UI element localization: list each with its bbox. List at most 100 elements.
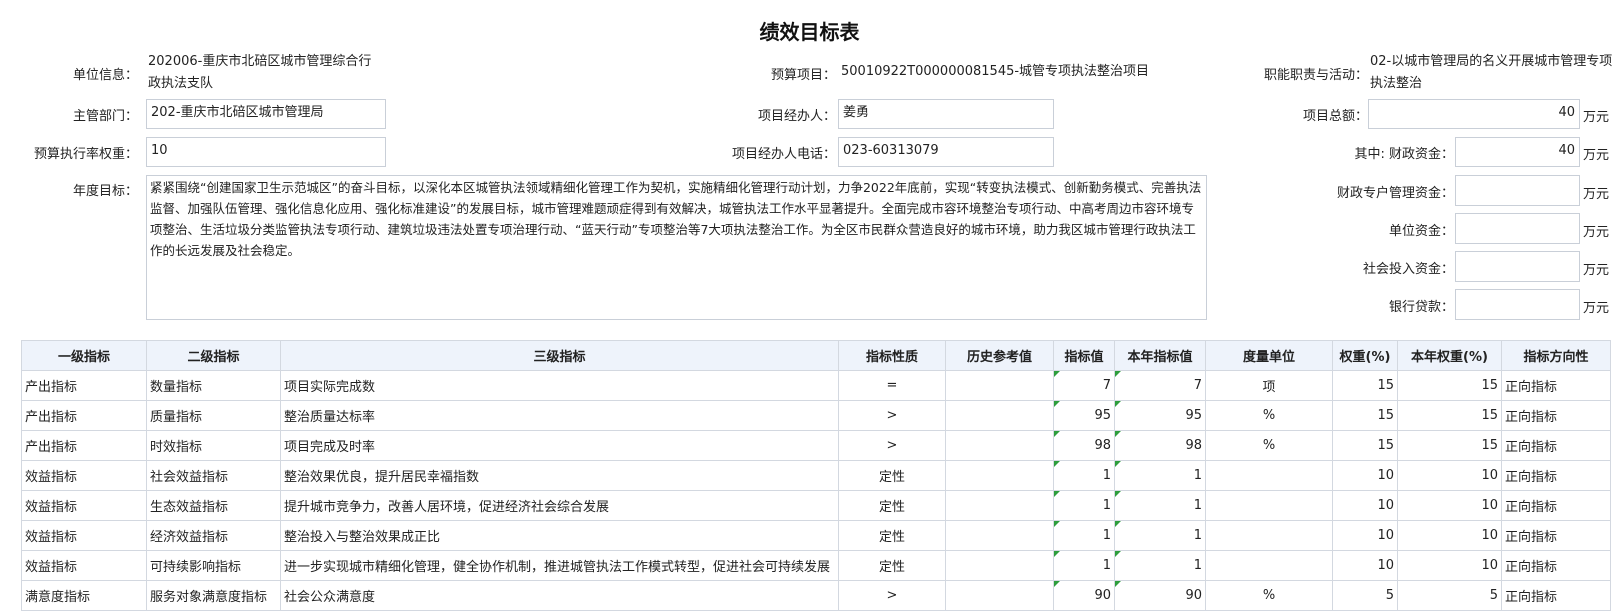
target-value-cell[interactable]: 7 bbox=[1053, 370, 1115, 401]
year-weight-cell: 10 bbox=[1397, 460, 1502, 491]
history-cell bbox=[945, 400, 1054, 431]
year-weight-cell: 5 bbox=[1397, 580, 1502, 611]
level2-cell: 经济效益指标 bbox=[146, 520, 281, 551]
nature-cell: 定性 bbox=[838, 550, 946, 581]
unit-info-value: 202006-重庆市北碚区城市管理综合行政执法支队 bbox=[148, 54, 372, 91]
level1-cell: 产出指标 bbox=[21, 400, 147, 431]
duty-value: 02-以城市管理局的名义开展城市管理专项执法整治 bbox=[1370, 54, 1613, 91]
target-value-cell[interactable]: 1 bbox=[1053, 520, 1115, 551]
col-header: 本年指标值 bbox=[1114, 340, 1206, 371]
weight-cell: 10 bbox=[1332, 550, 1398, 581]
history-cell bbox=[945, 490, 1054, 521]
nature-cell: 定性 bbox=[838, 460, 946, 491]
table-row: 产出指标 质量指标 整治质量达标率 >95 95% 15 15 正向指标 bbox=[21, 400, 1611, 431]
duty-label: 职能职责与活动： bbox=[1263, 68, 1368, 83]
direction-cell: 正向指标 bbox=[1501, 580, 1611, 611]
unit-cell: 项 bbox=[1205, 370, 1333, 401]
level1-cell: 满意度指标 bbox=[21, 580, 147, 611]
target-value-cell[interactable]: 1 bbox=[1053, 460, 1115, 491]
dept-field[interactable]: 202-重庆市北碚区城市管理局 bbox=[146, 99, 386, 129]
year-value-cell[interactable]: 98 bbox=[1114, 430, 1206, 461]
bank-loan-field[interactable] bbox=[1455, 289, 1580, 320]
col-header: 指标方向性 bbox=[1501, 340, 1611, 371]
level1-cell: 效益指标 bbox=[21, 490, 147, 521]
unit-cell bbox=[1205, 520, 1333, 551]
year-value-cell[interactable]: 1 bbox=[1114, 490, 1206, 521]
dept-label: 主管部门： bbox=[72, 109, 138, 124]
year-weight-cell: 15 bbox=[1397, 370, 1502, 401]
year-value-cell[interactable]: 1 bbox=[1114, 520, 1206, 551]
nature-cell: 定性 bbox=[838, 490, 946, 521]
year-value-cell[interactable]: 1 bbox=[1114, 550, 1206, 581]
level3-cell: 进一步实现城市精细化管理，健全协作机制，推进城管执法工作模式转型，促进社会可持续… bbox=[280, 550, 839, 581]
level3-cell: 整治效果优良，提升居民幸福指数 bbox=[280, 460, 839, 491]
direction-cell: 正向指标 bbox=[1501, 490, 1611, 521]
level2-cell: 时效指标 bbox=[146, 430, 281, 461]
history-cell bbox=[945, 520, 1054, 551]
total-label: 项目总额： bbox=[1302, 109, 1368, 124]
col-header: 指标值 bbox=[1053, 340, 1115, 371]
table-row: 产出指标 数量指标 项目实际完成数 = 7 7 项 15 15 正向指标 bbox=[21, 370, 1611, 401]
col-header: 度量单位 bbox=[1205, 340, 1333, 371]
level3-cell: 整治质量达标率 bbox=[280, 400, 839, 431]
level1-cell: 产出指标 bbox=[21, 430, 147, 461]
target-value-cell[interactable]: 98 bbox=[1053, 430, 1115, 461]
target-value-cell[interactable]: 1 bbox=[1053, 490, 1115, 521]
unit-fund-field[interactable] bbox=[1455, 213, 1580, 244]
target-value-cell[interactable]: 95 bbox=[1053, 400, 1115, 431]
weight-cell: 15 bbox=[1332, 400, 1398, 431]
unit-fund-unit: 万元 bbox=[1583, 225, 1610, 240]
table-row: 产出指标 时效指标 项目完成及时率 >98 98% 15 15 正向指标 bbox=[21, 430, 1611, 461]
unit-cell: % bbox=[1205, 580, 1333, 611]
year-weight-cell: 10 bbox=[1397, 520, 1502, 551]
history-cell bbox=[945, 550, 1054, 581]
social-fund-label: 社会投入资金： bbox=[1362, 262, 1454, 277]
level3-cell: 提升城市竞争力，改善人居环境，促进经济社会综合发展 bbox=[280, 490, 839, 521]
manager-field[interactable]: 姜勇 bbox=[838, 99, 1054, 129]
special-fund-field[interactable] bbox=[1455, 175, 1580, 206]
col-header: 二级指标 bbox=[146, 340, 281, 371]
social-fund-field[interactable] bbox=[1455, 251, 1580, 282]
weight-label: 预算执行率权重： bbox=[33, 147, 138, 162]
col-header: 一级指标 bbox=[21, 340, 147, 371]
total-field[interactable]: 40 bbox=[1368, 99, 1580, 129]
level2-cell: 生态效益指标 bbox=[146, 490, 281, 521]
fiscal-unit: 万元 bbox=[1583, 148, 1610, 163]
bank-loan-unit: 万元 bbox=[1583, 301, 1610, 316]
direction-cell: 正向指标 bbox=[1501, 430, 1611, 461]
unit-cell: % bbox=[1205, 400, 1333, 431]
goal-label: 年度目标： bbox=[72, 184, 138, 199]
direction-cell: 正向指标 bbox=[1501, 370, 1611, 401]
year-value-cell[interactable]: 90 bbox=[1114, 580, 1206, 611]
weight-cell: 5 bbox=[1332, 580, 1398, 611]
history-cell bbox=[945, 580, 1054, 611]
weight-field[interactable]: 10 bbox=[146, 137, 386, 167]
direction-cell: 正向指标 bbox=[1501, 520, 1611, 551]
phone-field[interactable]: 023-60313079 bbox=[838, 137, 1054, 167]
direction-cell: 正向指标 bbox=[1501, 460, 1611, 491]
unit-info-label: 单位信息： bbox=[72, 68, 138, 83]
level1-cell: 效益指标 bbox=[21, 460, 147, 491]
year-value-cell[interactable]: 1 bbox=[1114, 460, 1206, 491]
year-weight-cell: 10 bbox=[1397, 550, 1502, 581]
goal-textarea[interactable]: 紧紧围绕“创建国家卫生示范城区”的奋斗目标，以深化本区城管执法领域精细化管理工作… bbox=[146, 175, 1207, 320]
history-cell bbox=[945, 370, 1054, 401]
phone-label: 项目经办人电话： bbox=[731, 147, 836, 162]
target-value-cell[interactable]: 1 bbox=[1053, 550, 1115, 581]
fiscal-field[interactable]: 40 bbox=[1455, 137, 1580, 167]
nature-cell: = bbox=[838, 370, 946, 401]
level1-cell: 效益指标 bbox=[21, 520, 147, 551]
weight-cell: 15 bbox=[1332, 430, 1398, 461]
level3-cell: 项目实际完成数 bbox=[280, 370, 839, 401]
unit-cell bbox=[1205, 550, 1333, 581]
weight-cell: 10 bbox=[1332, 460, 1398, 491]
target-value-cell[interactable]: 90 bbox=[1053, 580, 1115, 611]
year-value-cell[interactable]: 95 bbox=[1114, 400, 1206, 431]
nature-cell: > bbox=[838, 430, 946, 461]
level2-cell: 社会效益指标 bbox=[146, 460, 281, 491]
level1-cell: 产出指标 bbox=[21, 370, 147, 401]
year-value-cell[interactable]: 7 bbox=[1114, 370, 1206, 401]
year-weight-cell: 10 bbox=[1397, 490, 1502, 521]
direction-cell: 正向指标 bbox=[1501, 400, 1611, 431]
direction-cell: 正向指标 bbox=[1501, 550, 1611, 581]
